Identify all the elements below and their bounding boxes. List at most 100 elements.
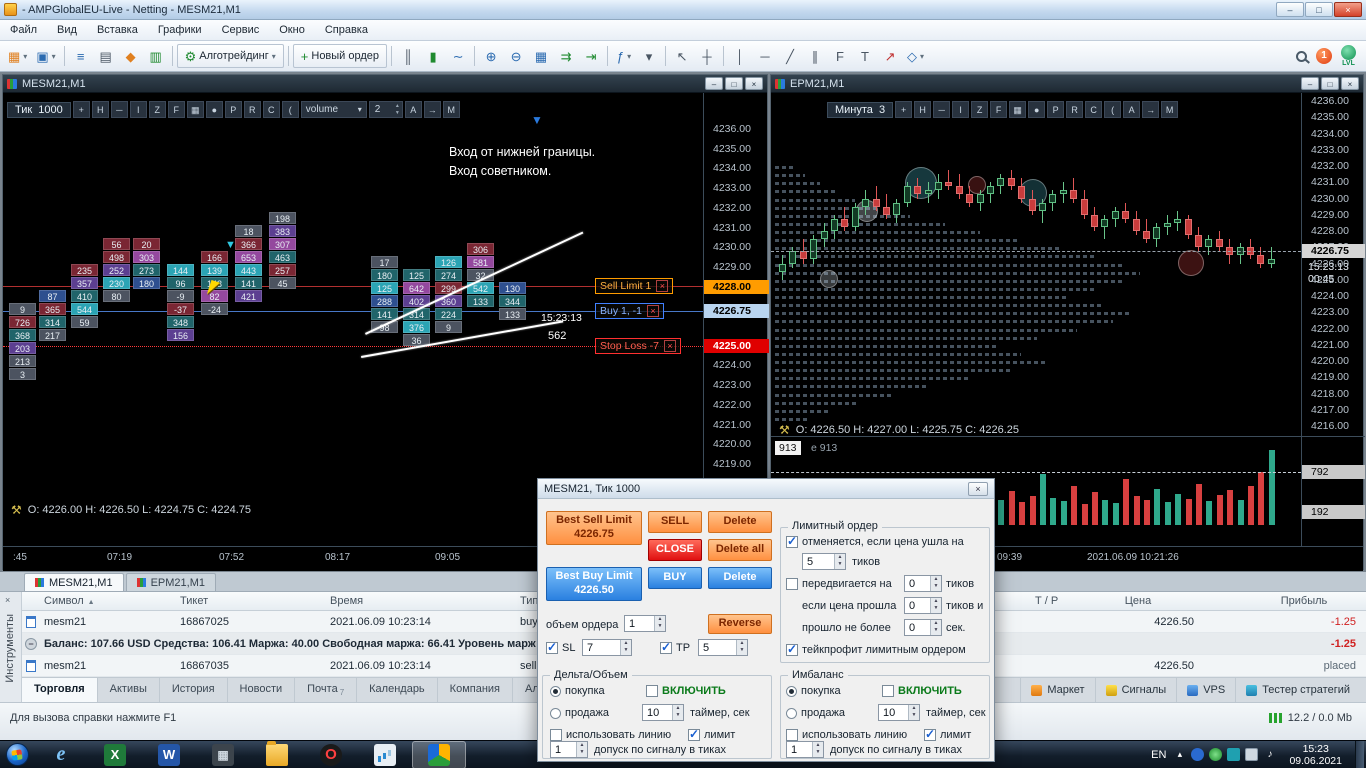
right-price-scale[interactable]: 15:23:13 00:45 792 192 4236.00 4235.00 423…: [1301, 93, 1365, 546]
delete-buy-button[interactable]: Delete: [708, 567, 772, 589]
messenger-icon[interactable]: [1227, 748, 1241, 761]
left-mini-right-button-3[interactable]: M: [442, 101, 460, 118]
antivirus-icon[interactable]: [1209, 748, 1223, 761]
new-chart-button[interactable]: ▦ ▾: [4, 44, 31, 68]
tile-windows-button[interactable]: ▦: [529, 44, 553, 68]
right-mini-button-8[interactable]: ●: [1028, 101, 1046, 118]
imbalance-use-line-checkbox[interactable]: [786, 729, 798, 741]
volume-mode-dropdown[interactable]: volume ▾: [300, 101, 367, 118]
vertical-line-button[interactable]: │: [728, 44, 752, 68]
chart-tab-mesm21[interactable]: MESM21,M1: [24, 573, 124, 591]
delta-sell-radio[interactable]: [550, 708, 561, 719]
menu-item-2[interactable]: Вид: [47, 21, 87, 39]
menu-item-4[interactable]: Графики: [148, 21, 212, 39]
quick-trade-icon[interactable]: ⚒: [779, 423, 790, 437]
auto-scroll-button[interactable]: ⇉: [554, 44, 578, 68]
left-chart-close-button[interactable]: ×: [745, 77, 763, 90]
right-chart-minimize-button[interactable]: –: [1301, 77, 1319, 90]
elapsed-spinner[interactable]: 0 ▲ ▼: [904, 619, 942, 636]
terminal-button[interactable]: ▥: [144, 44, 168, 68]
chart-shift-button[interactable]: ⇥: [579, 44, 603, 68]
taskbar-opera-icon[interactable]: O: [304, 741, 358, 768]
imbalance-enable-checkbox[interactable]: [882, 685, 894, 697]
collapse-icon[interactable]: −: [25, 638, 37, 650]
left-mini-button-5[interactable]: Z: [148, 101, 166, 118]
delta-timer-spinner[interactable]: 10 ▲ ▼: [642, 704, 684, 721]
reverse-button[interactable]: Reverse: [708, 614, 772, 634]
hidden-icons[interactable]: ▴: [1173, 748, 1186, 761]
toolbox-tab-3[interactable]: История: [160, 678, 228, 702]
cancel-checkbox[interactable]: [786, 534, 798, 548]
best-buy-limit-button[interactable]: Best Buy Limit 4226.50: [546, 567, 642, 601]
left-mini-button-11[interactable]: C: [262, 101, 280, 118]
column-profit[interactable]: Прибыль: [1252, 595, 1356, 607]
left-mini-right-button-2[interactable]: →: [423, 101, 441, 118]
delete-sell-button[interactable]: Delete: [708, 511, 772, 533]
left-mini-button-7[interactable]: ▦: [186, 101, 204, 118]
market-button[interactable]: Маркет: [1020, 678, 1094, 702]
right-mini-button-10[interactable]: R: [1066, 101, 1084, 118]
line-chart-button[interactable]: ∼: [446, 44, 470, 68]
dialog-titlebar[interactable]: MESM21, Тик 1000 ×: [538, 479, 994, 499]
right-mini-right-button-1[interactable]: A: [1123, 101, 1141, 118]
column-tp[interactable]: Т / Р: [1035, 595, 1058, 607]
sell-button[interactable]: SELL: [648, 511, 702, 533]
taskbar-calculator-icon[interactable]: ▦: [196, 741, 250, 768]
bluetooth-icon[interactable]: [1191, 748, 1205, 761]
left-mini-button-6[interactable]: F: [167, 101, 185, 118]
stop-loss-tag[interactable]: Stop Loss -7 ×: [595, 338, 681, 354]
passed-ticks-spinner[interactable]: 0 ▲ ▼: [904, 597, 942, 614]
imbalance-buy-radio[interactable]: [786, 686, 797, 697]
right-chart-titlebar[interactable]: EPM21,M1 – □ ×: [771, 75, 1363, 93]
right-mini-button-4[interactable]: I: [952, 101, 970, 118]
delta-buy-radio[interactable]: [550, 686, 561, 697]
bars-button[interactable]: ║: [396, 44, 420, 68]
delta-tolerance-spinner[interactable]: 1 ▲ ▼: [550, 741, 588, 758]
new-order-button[interactable]: + Новый ордер: [292, 44, 388, 68]
signals-button[interactable]: Сигналы: [1094, 678, 1177, 702]
minimize-button[interactable]: –: [1276, 2, 1304, 17]
tp-checkbox[interactable]: [660, 640, 672, 654]
crosshair-button[interactable]: ┼: [695, 44, 719, 68]
order-volume-spinner[interactable]: 1 ▲ ▼: [624, 615, 666, 632]
vps-button[interactable]: VPS: [1176, 678, 1235, 702]
stop-loss-close-icon[interactable]: ×: [663, 340, 676, 352]
column-time[interactable]: Время: [330, 595, 363, 607]
toolbox-tab-6[interactable]: Календарь: [357, 678, 438, 702]
delta-use-line-checkbox[interactable]: [550, 729, 562, 741]
shapes-button[interactable]: ◇ ▾: [903, 44, 928, 68]
left-mini-button-4[interactable]: I: [129, 101, 147, 118]
arrows-button[interactable]: ↗: [878, 44, 902, 68]
volume-icon[interactable]: ♪: [1263, 748, 1276, 761]
text-button[interactable]: T: [853, 44, 877, 68]
taskbar-internet-explorer-icon[interactable]: e: [34, 741, 88, 768]
quick-trade-icon[interactable]: ⚒: [11, 503, 22, 517]
toolbox-tab-1[interactable]: Торговля: [22, 678, 98, 702]
display-icon[interactable]: [1245, 748, 1259, 761]
zoom-in-button[interactable]: ⊕: [479, 44, 503, 68]
start-button[interactable]: [0, 741, 34, 768]
left-mini-right-button-1[interactable]: A: [404, 101, 422, 118]
right-mini-button-11[interactable]: C: [1085, 101, 1103, 118]
imbalance-sell-radio[interactable]: [786, 708, 797, 719]
imbalance-timer-spinner[interactable]: 10 ▲ ▼: [878, 704, 920, 721]
left-mini-button-2[interactable]: H: [91, 101, 109, 118]
left-mini-button-3[interactable]: ─: [110, 101, 128, 118]
algo-trading-button[interactable]: ⚙ Алготрейдинг ▾: [176, 44, 284, 68]
buy-position-tag[interactable]: Buy 1, -1 ×: [595, 303, 665, 319]
left-chart-minimize-button[interactable]: –: [705, 77, 723, 90]
right-mini-right-button-3[interactable]: M: [1161, 101, 1179, 118]
candles-button[interactable]: ▮: [421, 44, 445, 68]
language-indicator[interactable]: EN: [1151, 749, 1166, 761]
buy-close-icon[interactable]: ×: [647, 305, 660, 317]
menu-item-6[interactable]: Окно: [269, 21, 315, 39]
cursor-button[interactable]: ↖: [670, 44, 694, 68]
toolbox-tab-5[interactable]: Почта 7: [295, 678, 358, 702]
left-mini-button-9[interactable]: P: [224, 101, 242, 118]
right-mini-button-6[interactable]: F: [990, 101, 1008, 118]
move-checkbox[interactable]: [786, 578, 798, 590]
menu-item-3[interactable]: Вставка: [87, 21, 148, 39]
fibonacci-button[interactable]: F: [828, 44, 852, 68]
toolbox-tab-4[interactable]: Новости: [228, 678, 296, 702]
right-mini-right-button-2[interactable]: →: [1142, 101, 1160, 118]
